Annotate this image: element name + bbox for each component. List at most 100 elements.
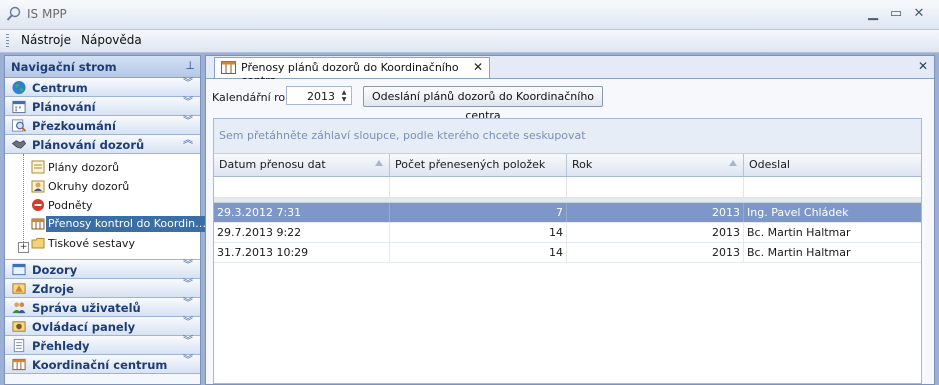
close-icon[interactable]: ✕	[473, 60, 483, 74]
warning-icon	[12, 283, 26, 294]
nav-group-dozory[interactable]: Dozory ︾	[5, 260, 200, 279]
toolbar-grip[interactable]	[6, 34, 9, 48]
tab-content: Kalendářní rok 2013 ▲ ▼ Odeslání plánů d…	[206, 79, 934, 384]
search-icon	[6, 6, 21, 21]
cell-sender: Bc. Martin Haltmar	[747, 246, 851, 259]
filter-cell-date[interactable]	[214, 177, 390, 197]
document-icon	[13, 338, 25, 353]
pin-icon[interactable]: ⊥	[185, 59, 195, 72]
tree-item-podnety[interactable]: Podněty	[21, 196, 197, 215]
tree-item-plany-dozoru[interactable]: Plány dozorů	[21, 158, 197, 177]
send-plans-button[interactable]: Odeslání plánů dozorů do Koordinačního c…	[363, 86, 603, 122]
cell-date: 29.7.2013 9:22	[214, 223, 390, 242]
window-title: IS MPP	[27, 7, 67, 21]
column-header-date[interactable]: Datum přenosu dat	[214, 154, 390, 176]
nav-group-planovani[interactable]: Plánování ︾	[5, 97, 200, 116]
cell-sender: Bc. Martin Haltmar	[747, 226, 851, 239]
sort-ascending-icon	[729, 160, 737, 166]
nav-group-prehledy[interactable]: Přehledy ︾	[5, 336, 200, 355]
tree-item-label: Plány dozorů	[48, 161, 120, 174]
chevron-down-icon: ︾	[183, 298, 193, 309]
grid-icon	[12, 358, 26, 371]
column-header-count[interactable]: Počet přenesených položek	[390, 154, 567, 176]
navigation-panel: Navigační strom ⊥ Centrum ︾ Plánování ︾ …	[4, 55, 209, 385]
panel-icon	[12, 321, 26, 332]
window-icon	[12, 263, 26, 276]
cell-date: 31.7.2013 10:29	[214, 243, 390, 262]
group-by-hint: Sem přetáhněte záhlaví sloupce, podle kt…	[219, 129, 586, 142]
magnifier-icon	[11, 119, 27, 132]
nav-group-zdroje[interactable]: Zdroje ︾	[5, 279, 200, 298]
menu-bar: Nástroje Nápověda	[0, 30, 939, 53]
chevron-down-icon: ︾	[183, 355, 193, 366]
column-header-label: Odeslal	[749, 158, 790, 171]
chevron-down-icon: ︾	[183, 78, 193, 89]
menu-item-help[interactable]: Nápověda	[81, 33, 142, 47]
person-icon	[31, 180, 45, 193]
plan-icon	[31, 160, 45, 174]
tab-prenosy-planu[interactable]: Přenosy plánů dozorů do Koordinačního ce…	[214, 57, 490, 87]
chevron-down-icon: ︾	[183, 116, 193, 127]
nav-group-planovani-dozoru[interactable]: Plánování dozorů ︽	[5, 135, 200, 154]
column-header-sender[interactable]: Odeslal	[744, 154, 921, 176]
column-header-year[interactable]: Rok	[567, 154, 744, 176]
nav-group-ovladaci-panely[interactable]: Ovládací panely ︾	[5, 317, 200, 336]
nav-group-label: Zdroje	[32, 282, 74, 296]
cell-count: 14	[390, 243, 567, 262]
table-icon	[31, 218, 45, 230]
chevron-up-icon: ︽	[183, 135, 193, 146]
cell-count: 14	[390, 223, 567, 242]
nav-group-label: Koordinační centrum	[32, 358, 168, 372]
nav-group-label: Ovládací panely	[32, 320, 136, 334]
title-bar: IS MPP ▁ ▭ ✕	[0, 0, 939, 30]
table-icon	[221, 61, 236, 74]
globe-icon	[12, 80, 26, 95]
filter-cell-sender[interactable]	[744, 177, 921, 197]
nav-group-koordinacni-centrum[interactable]: Koordinační centrum ︾	[5, 355, 200, 374]
stop-icon	[32, 199, 44, 211]
menu-item-tools[interactable]: Nástroje	[21, 33, 71, 47]
nav-group-sprava-uzivatelu[interactable]: Správa uživatelů ︾	[5, 298, 200, 317]
filter-cell-count[interactable]	[390, 177, 567, 197]
users-icon	[12, 302, 26, 314]
table-row[interactable]: 29.3.2012 7:31 7 2013 Ing. Pavel Chládek	[214, 203, 921, 223]
filter-cell-year[interactable]	[567, 177, 744, 197]
cell-year: 2013	[567, 223, 744, 242]
nav-group-label: Centrum	[32, 81, 88, 95]
group-by-panel[interactable]: Sem přetáhněte záhlaví sloupce, podle kt…	[214, 119, 921, 154]
grid-header: Datum přenosu dat Počet přenesených polo…	[214, 154, 921, 177]
nav-group-centrum[interactable]: Centrum ︾	[5, 78, 200, 97]
table-row[interactable]: 31.7.2013 10:29 14 2013 Bc. Martin Haltm…	[214, 243, 921, 263]
tab-strip: Přenosy plánů dozorů do Koordinačního ce…	[206, 56, 934, 87]
chevron-down-icon: ︾	[183, 279, 193, 290]
tree-item-prenosy-kontrol[interactable]: Přenosy kontrol do Koordin…	[21, 215, 209, 234]
tree-item-tiskove-sestavy[interactable]: Tiskové sestavy	[21, 234, 197, 253]
year-label: Kalendářní rok	[212, 91, 292, 104]
nav-group-label: Správa uživatelů	[32, 301, 141, 315]
nav-group-prezkoumani[interactable]: Přezkoumání ︾	[5, 116, 200, 135]
table-row[interactable]: 29.7.2013 9:22 14 2013 Bc. Martin Haltma…	[214, 223, 921, 243]
year-spinner[interactable]: 2013 ▲ ▼	[286, 86, 352, 105]
nav-group-label: Přehledy	[32, 339, 90, 353]
nav-group-label: Plánování	[32, 100, 96, 114]
column-header-label: Rok	[572, 158, 593, 171]
spin-down-icon[interactable]: ▼	[339, 97, 349, 103]
tree-item-okruhy-dozoru[interactable]: Okruhy dozorů	[21, 177, 197, 196]
chevron-down-icon: ︾	[183, 260, 193, 271]
transfers-grid: Sem přetáhněte záhlaví sloupce, podle kt…	[213, 118, 922, 384]
calendar-icon	[12, 100, 26, 114]
folder-icon	[31, 238, 45, 249]
minimize-button[interactable]: ▁	[863, 4, 883, 24]
tree-item-label: Přenosy kontrol do Koordin…	[46, 216, 209, 232]
navigation-title: Navigační strom	[11, 60, 117, 74]
close-document-icon[interactable]: ✕	[918, 59, 928, 73]
maximize-button[interactable]: ▭	[886, 4, 906, 24]
nav-group-label: Dozory	[32, 263, 78, 277]
nav-group-label: Přezkoumání	[32, 119, 116, 133]
year-value[interactable]: 2013	[307, 90, 335, 103]
cell-year: 2013	[567, 243, 744, 262]
close-window-button[interactable]: ✕	[909, 4, 929, 24]
cell-year: 2013	[567, 203, 744, 222]
cell-count: 7	[390, 203, 567, 222]
chevron-down-icon: ︾	[183, 336, 193, 347]
